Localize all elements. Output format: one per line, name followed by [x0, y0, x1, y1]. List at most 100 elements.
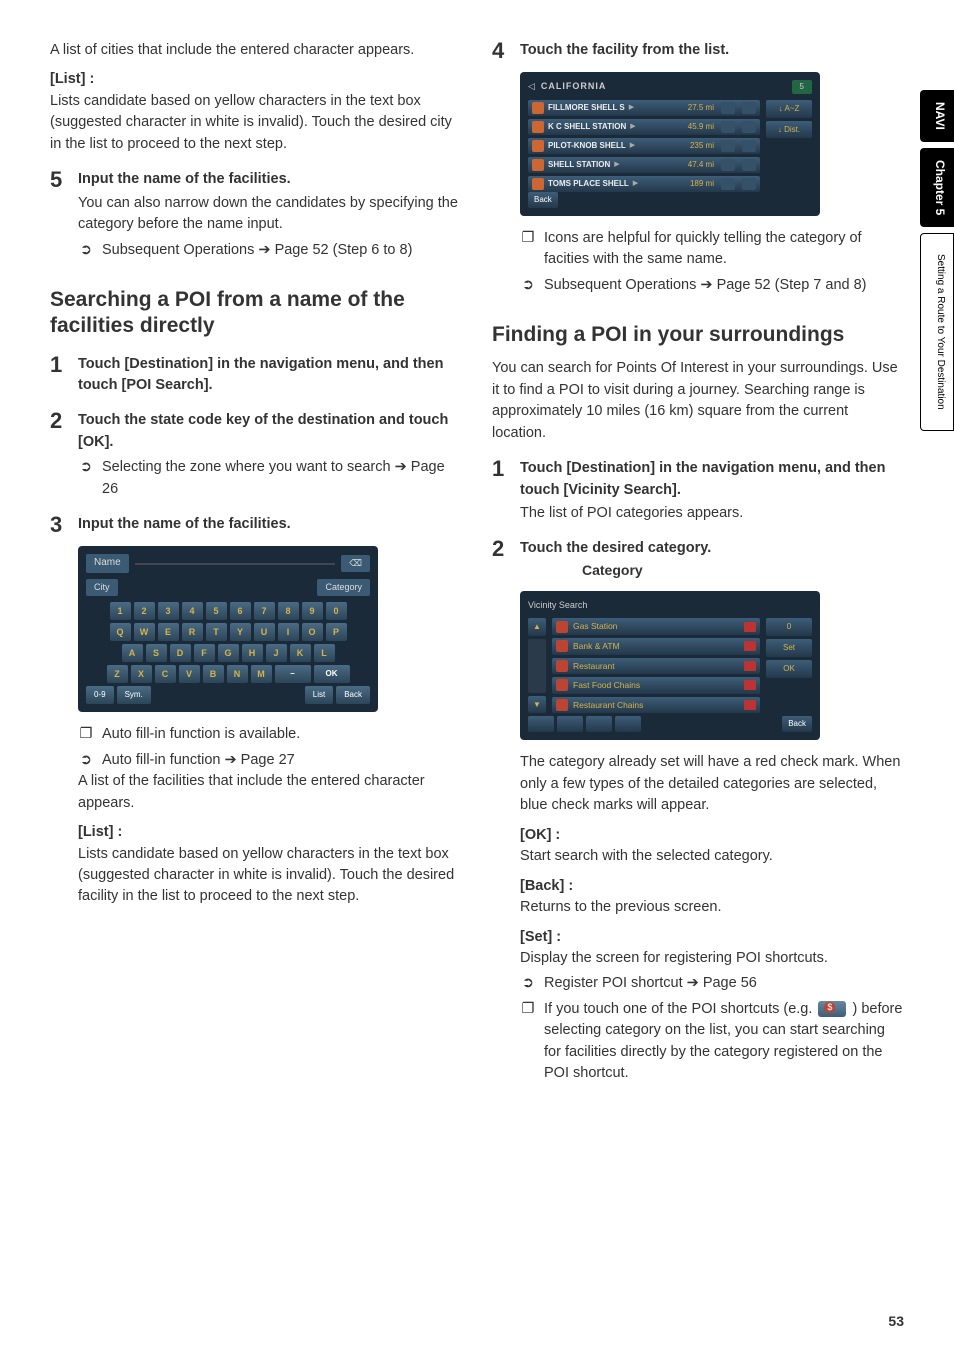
scroll-down-button[interactable]: ▼: [528, 696, 546, 714]
scrollbar-track[interactable]: [528, 639, 546, 692]
kb-key-h[interactable]: H: [242, 644, 263, 662]
kb-key-6[interactable]: 6: [230, 602, 251, 620]
kb-key-r[interactable]: R: [182, 623, 203, 641]
kb-key-3[interactable]: 3: [158, 602, 179, 620]
result-item[interactable]: K C SHELL STATION▶45.9 mi: [528, 119, 760, 135]
kb-key-l[interactable]: L: [314, 644, 335, 662]
chevron-right-icon: ▶: [633, 179, 638, 189]
shortcut-2[interactable]: [557, 716, 583, 732]
kb-key-e[interactable]: E: [158, 623, 179, 641]
results-back-button[interactable]: Back: [528, 192, 558, 208]
info-icon[interactable]: [721, 159, 735, 171]
kb-name-field[interactable]: Name: [86, 554, 129, 573]
kb-key-p[interactable]: P: [326, 623, 347, 641]
kb-key-k[interactable]: K: [290, 644, 311, 662]
kb-bottom-Back[interactable]: Back: [336, 686, 370, 704]
category-item[interactable]: Restaurant: [552, 658, 760, 675]
kb-key-v[interactable]: V: [179, 665, 200, 683]
kb-key-n[interactable]: N: [227, 665, 248, 683]
kb-key-w[interactable]: W: [134, 623, 155, 641]
map-icon[interactable]: [742, 102, 756, 114]
result-item[interactable]: SHELL STATION▶47.4 mi: [528, 157, 760, 173]
sort-button[interactable]: ↓ Dist.: [766, 121, 812, 139]
kb-bottom-List[interactable]: List: [305, 686, 333, 704]
note-box-icon: ❐: [520, 999, 536, 1085]
kb-key-ok[interactable]: OK: [314, 665, 350, 683]
info-icon[interactable]: [721, 121, 735, 133]
auto-fill-ref-text: Auto fill-in function ➔ Page 27: [102, 750, 462, 771]
result-item[interactable]: TOMS PLACE SHELL▶189 mi: [528, 176, 760, 192]
step-5-sub-text: Subsequent Operations ➔ Page 52 (Step 6 …: [102, 240, 462, 261]
categories-back-button[interactable]: Back: [782, 716, 812, 732]
kb-bottom-Sym.[interactable]: Sym.: [117, 686, 151, 704]
info-icon[interactable]: [721, 140, 735, 152]
poi-icon: [532, 140, 544, 152]
kb-key-o[interactable]: O: [302, 623, 323, 641]
kb-key-s[interactable]: S: [146, 644, 167, 662]
kb-key-7[interactable]: 7: [254, 602, 275, 620]
kb-key-–[interactable]: –: [275, 665, 311, 683]
kb-key-j[interactable]: J: [266, 644, 287, 662]
category-item[interactable]: Fast Food Chains: [552, 677, 760, 694]
kb-key-a[interactable]: A: [122, 644, 143, 662]
kb-key-z[interactable]: Z: [107, 665, 128, 683]
chevron-right-icon: ▶: [614, 160, 619, 170]
kb-category-button[interactable]: Category: [317, 579, 370, 596]
shortcut-4[interactable]: [615, 716, 641, 732]
set-desc: Display the screen for registering POI s…: [492, 948, 904, 969]
map-icon[interactable]: [742, 140, 756, 152]
sort-button[interactable]: ↓ A~Z: [766, 100, 812, 118]
kb-key-q[interactable]: Q: [110, 623, 131, 641]
shortcut-1[interactable]: [528, 716, 554, 732]
back-desc: Returns to the previous screen.: [492, 897, 904, 918]
step-2-sub-text: Selecting the zone where you want to sea…: [102, 457, 462, 500]
kb-key-0[interactable]: 0: [326, 602, 347, 620]
kb-key-4[interactable]: 4: [182, 602, 203, 620]
info-icon[interactable]: [721, 178, 735, 190]
kb-key-m[interactable]: M: [251, 665, 272, 683]
side-button-0[interactable]: 0: [766, 618, 812, 636]
step-2-sub: ➲ Selecting the zone where you want to s…: [50, 457, 462, 500]
shortcut-3[interactable]: [586, 716, 612, 732]
kb-key-t[interactable]: T: [206, 623, 227, 641]
kb-key-u[interactable]: U: [254, 623, 275, 641]
kb-key-9[interactable]: 9: [302, 602, 323, 620]
kb-key-8[interactable]: 8: [278, 602, 299, 620]
map-icon[interactable]: [742, 121, 756, 133]
category-item[interactable]: Bank & ATM: [552, 638, 760, 655]
kb-backspace-key[interactable]: ⌫: [341, 555, 370, 572]
kb-bottom-0-9[interactable]: 0-9: [86, 686, 114, 704]
kb-key-i[interactable]: I: [278, 623, 299, 641]
results-count: 5: [792, 80, 812, 94]
kb-key-f[interactable]: F: [194, 644, 215, 662]
result-item[interactable]: FILLMORE SHELL S▶27.5 mi: [528, 100, 760, 116]
kb-key-5[interactable]: 5: [206, 602, 227, 620]
kb-key-c[interactable]: C: [155, 665, 176, 683]
back-caret-icon[interactable]: ◁: [528, 80, 535, 93]
kb-key-x[interactable]: X: [131, 665, 152, 683]
chevron-right-icon: ▶: [630, 122, 635, 132]
rstep-1: 1 Touch [Destination] in the navigation …: [492, 458, 904, 524]
kb-city-button[interactable]: City: [86, 579, 118, 596]
result-item[interactable]: PILOT-KNOB SHELL▶235 mi: [528, 138, 760, 154]
side-button-set[interactable]: Set: [766, 639, 812, 657]
category-item[interactable]: Gas Station: [552, 618, 760, 635]
side-button-ok[interactable]: OK: [766, 660, 812, 678]
map-icon[interactable]: [742, 159, 756, 171]
step-3-number: 3: [50, 514, 68, 536]
kb-key-d[interactable]: D: [170, 644, 191, 662]
kb-key-2[interactable]: 2: [134, 602, 155, 620]
kb-key-y[interactable]: Y: [230, 623, 251, 641]
kb-key-1[interactable]: 1: [110, 602, 131, 620]
result-name: SHELL STATION: [548, 159, 610, 171]
list2-label: [List] :: [50, 822, 462, 843]
kb-key-g[interactable]: G: [218, 644, 239, 662]
info-icon[interactable]: [721, 102, 735, 114]
category-item[interactable]: Restaurant Chains: [552, 697, 760, 714]
kb-bottom-row: 0-9Sym. ListBack: [86, 686, 370, 704]
map-icon[interactable]: [742, 178, 756, 190]
scroll-up-button[interactable]: ▲: [528, 618, 546, 636]
step-5-sub: ➲ Subsequent Operations ➔ Page 52 (Step …: [50, 240, 462, 261]
result-name: FILLMORE SHELL S: [548, 102, 625, 114]
kb-key-b[interactable]: B: [203, 665, 224, 683]
